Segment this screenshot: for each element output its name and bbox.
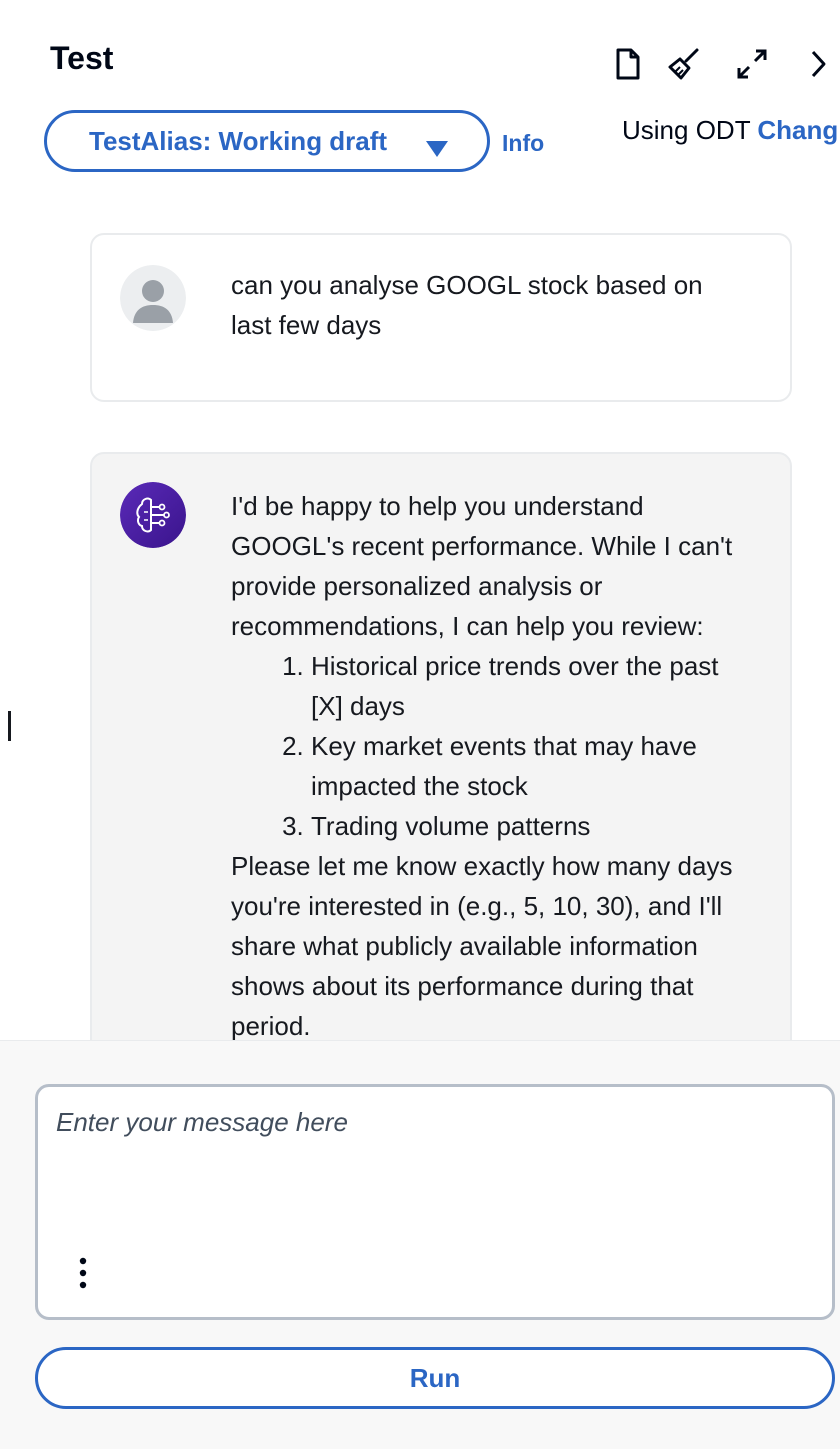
odt-text: Using ODT [622,115,751,145]
caret-down-icon [425,134,449,165]
broom-icon[interactable] [664,42,704,86]
list-item: Trading volume patterns [311,806,750,846]
agent-message-text: I'd be happy to help you understand GOOG… [231,486,750,1046]
list-item: Historical price trends over the past [X… [311,646,750,726]
change-link[interactable]: Chang [757,115,838,145]
alias-selected-label: TestAlias: Working draft [89,125,388,156]
chevron-right-icon[interactable] [798,42,838,86]
panel-title: Test [50,40,114,76]
composer-area: Run [0,1040,840,1449]
user-message-text: can you analyse GOOGL stock based on las… [231,270,703,340]
document-icon[interactable] [608,42,648,86]
message-input[interactable] [54,1103,816,1237]
resize-handle[interactable] [8,711,11,741]
agent-list: Historical price trends over the past [X… [231,646,750,846]
odt-status: Using ODT Chang [622,115,838,146]
alias-dropdown[interactable]: TestAlias: Working draft [44,110,490,172]
run-button[interactable]: Run [35,1347,835,1409]
list-item: Key market events that may have impacted… [311,726,750,806]
agent-outro: Please let me know exactly how many days… [231,851,733,1041]
test-panel: Test TestAlias: Working draft Info Using… [0,0,840,1449]
agent-intro: I'd be happy to help you understand GOOG… [231,491,733,641]
ai-brain-icon [120,482,186,548]
more-options-icon[interactable] [68,1255,98,1291]
info-link[interactable]: Info [502,130,544,157]
message-composer [35,1084,835,1320]
user-message: can you analyse GOOGL stock based on las… [90,233,792,402]
user-avatar-icon [120,265,186,331]
expand-icon[interactable] [732,42,772,86]
